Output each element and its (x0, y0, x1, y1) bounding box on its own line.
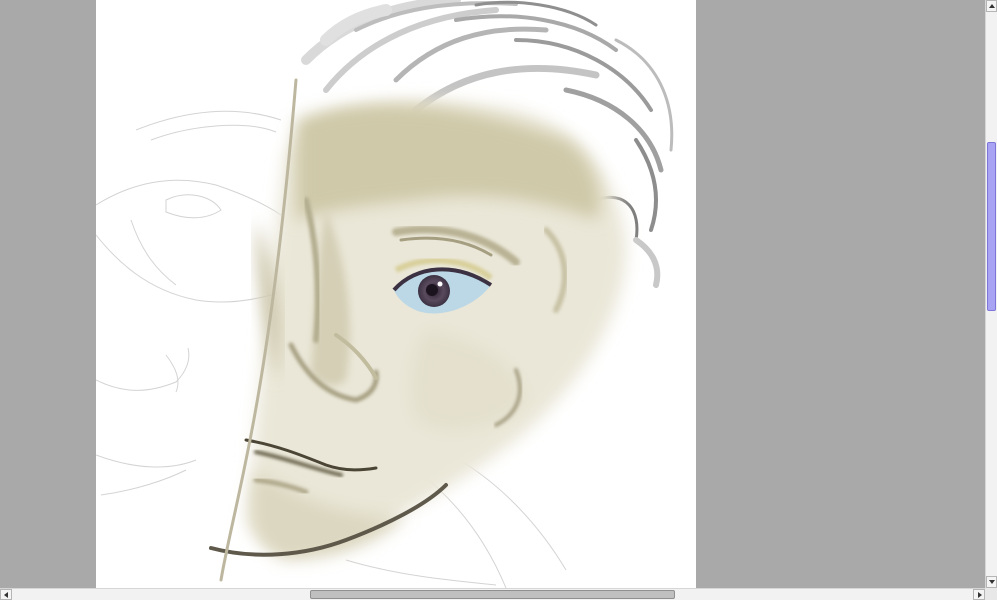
vertical-scrollbar[interactable] (985, 0, 997, 588)
scroll-up-button[interactable] (986, 0, 997, 12)
scrollbar-corner (985, 588, 997, 600)
triangle-right-icon (978, 592, 982, 598)
horizontal-scroll-thumb[interactable] (310, 590, 675, 599)
scroll-right-button[interactable] (973, 589, 985, 600)
horizontal-scroll-track[interactable] (12, 589, 973, 600)
triangle-up-icon (989, 4, 995, 8)
scroll-down-button[interactable] (986, 576, 997, 588)
scroll-left-button[interactable] (0, 589, 12, 600)
horizontal-scrollbar[interactable] (0, 588, 985, 600)
drawing-canvas[interactable] (96, 0, 696, 588)
workspace-area (0, 0, 985, 588)
triangle-down-icon (989, 580, 995, 584)
vertical-scroll-thumb[interactable] (987, 142, 996, 311)
face-painting (96, 0, 674, 588)
triangle-left-icon (4, 592, 8, 598)
vertical-scroll-track[interactable] (986, 12, 997, 576)
